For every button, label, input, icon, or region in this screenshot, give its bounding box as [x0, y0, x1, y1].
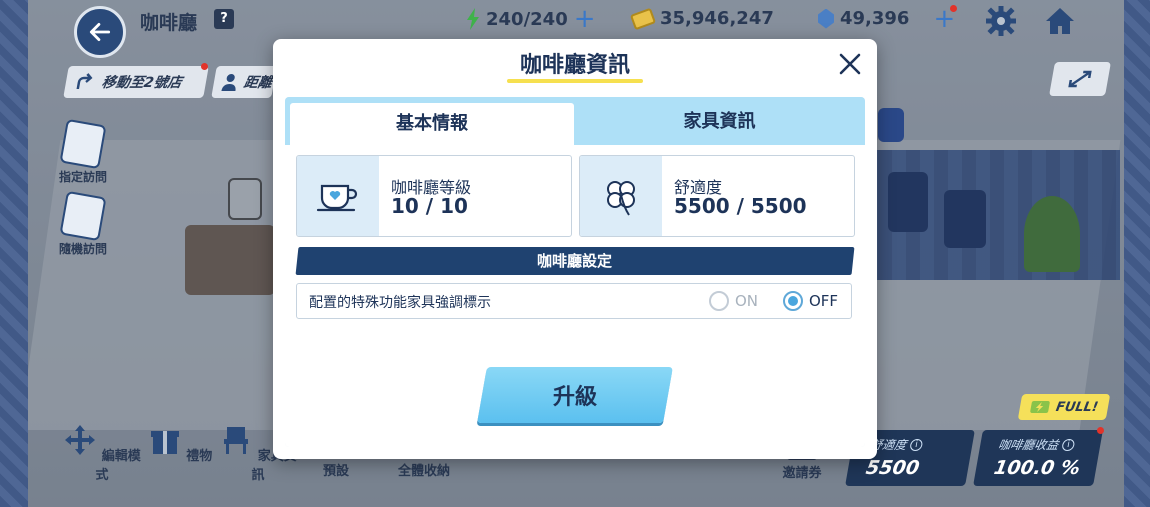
edit-mode-button[interactable]: 編輯模式 [62, 424, 142, 483]
close-icon[interactable] [835, 49, 865, 79]
card-question-icon [59, 190, 107, 242]
credits-resource: 35,946,247 [629, 7, 774, 30]
coin-icon [629, 7, 657, 30]
comfort-stat-value: 5500 [864, 457, 922, 479]
title-underline [507, 79, 643, 83]
upgrade-button[interactable]: 升級 [477, 367, 673, 423]
random-visit-label: 隨機訪問 [58, 242, 107, 256]
basic-info-panel: 咖啡廳等級 10 / 10 舒適度 5500 / 5500 咖啡廳設定 配置的特… [285, 145, 865, 447]
coffee-cup-icon [316, 184, 358, 212]
gift-label: 禮物 [186, 449, 213, 464]
distance-button[interactable]: 距離 [211, 66, 277, 98]
full-badge: FULL! [1017, 394, 1111, 420]
modal-title: 咖啡廳資訊 [519, 53, 630, 78]
gem-icon [818, 8, 834, 29]
comfort-icon-box [580, 156, 662, 236]
move-to-store-2-label: 移動至2號店 [100, 75, 183, 91]
ap-add-button[interactable]: + [574, 6, 596, 32]
preset-label: 預設 [322, 464, 349, 479]
income-stat-card[interactable]: 咖啡廳收益 i 100.0 % [973, 430, 1103, 486]
arrow-left-icon [89, 23, 111, 41]
cafe-info-modal: 咖啡廳資訊 基本情報 家具資訊 咖啡廳等級 10 / 10 舒適度 5500 /… [273, 39, 877, 459]
clover-icon [607, 181, 635, 216]
person-icon [221, 74, 236, 91]
designated-visit-label: 指定訪問 [58, 170, 107, 184]
fullscreen-button[interactable] [1049, 62, 1111, 96]
gems-resource: 49,396 + [818, 6, 955, 32]
invite-ticket-label: 邀請券 [782, 466, 822, 481]
designated-visit-button[interactable]: 指定訪問 [52, 118, 114, 185]
help-button[interactable]: ? [214, 9, 234, 29]
info-icon: i [909, 438, 924, 451]
random-visit-button[interactable]: 隨機訪問 [52, 190, 114, 257]
gift-icon [150, 431, 179, 454]
move-cross-icon [65, 425, 96, 455]
gems-notification-dot [950, 5, 957, 12]
gift-button[interactable]: 禮物 [140, 424, 220, 464]
gear-icon[interactable] [986, 6, 1016, 36]
turn-arrow-icon [76, 73, 93, 89]
radio-off[interactable]: OFF [783, 291, 838, 311]
cafe-settings-header-label: 咖啡廳設定 [537, 252, 613, 270]
modal-body: 基本情報 家具資訊 咖啡廳等級 10 / 10 舒適度 5500 / 5500 … [285, 97, 865, 447]
credits-value: 35,946,247 [660, 8, 774, 29]
chair-icon [224, 427, 249, 454]
modal-tabs: 基本情報 家具資訊 [285, 97, 865, 145]
comfort-value: 5500 / 5500 [674, 194, 807, 218]
store-all-label: 全體收納 [397, 464, 450, 479]
ap-value: 240/240 [486, 8, 568, 30]
cafe-level-icon-box [297, 156, 379, 236]
full-badge-label: FULL! [1054, 399, 1100, 415]
income-notification-dot [1097, 427, 1104, 434]
tab-basic-info[interactable]: 基本情報 [290, 103, 574, 145]
tab-furniture-info[interactable]: 家具資訊 [574, 97, 865, 145]
income-stat-label: 咖啡廳收益 [997, 438, 1060, 452]
ticket-lightning-icon [1030, 401, 1050, 413]
highlight-furniture-label: 配置的特殊功能家具強調標示 [309, 295, 491, 311]
top-bar: 咖啡廳 ? 240/240 + 35,946,247 49,396 + [0, 0, 1150, 58]
upgrade-label: 升級 [552, 385, 597, 410]
card-heart-icon [59, 118, 107, 170]
gems-value: 49,396 [840, 8, 910, 29]
edit-mode-label: 編輯模式 [95, 449, 141, 483]
highlight-furniture-setting: 配置的特殊功能家具強調標示 ON OFF [296, 283, 852, 319]
cafe-settings-header: 咖啡廳設定 [295, 247, 855, 275]
income-stat-value: 100.0 % [992, 457, 1082, 479]
radio-on-label: ON [735, 292, 759, 310]
gems-add-button[interactable]: + [933, 6, 955, 32]
cafe-level-value: 10 / 10 [391, 194, 468, 218]
ap-resource: 240/240 + [466, 6, 596, 32]
back-button[interactable] [74, 6, 126, 58]
move-notification-dot [201, 63, 208, 70]
lightning-icon [467, 8, 479, 30]
distance-label: 距離 [242, 75, 274, 91]
move-to-store-2-button[interactable]: 移動至2號店 [63, 66, 209, 98]
radio-off-circle [783, 291, 803, 311]
expand-arrows-icon [1068, 70, 1092, 88]
home-icon[interactable] [1044, 6, 1076, 36]
comfort-card: 舒適度 5500 / 5500 [579, 155, 855, 237]
info-icon: i [1061, 438, 1076, 451]
cafe-title: 咖啡廳 [140, 12, 198, 34]
radio-on[interactable]: ON [709, 291, 758, 311]
radio-off-label: OFF [809, 292, 839, 310]
cafe-level-card: 咖啡廳等級 10 / 10 [296, 155, 572, 237]
radio-on-circle [709, 291, 729, 311]
